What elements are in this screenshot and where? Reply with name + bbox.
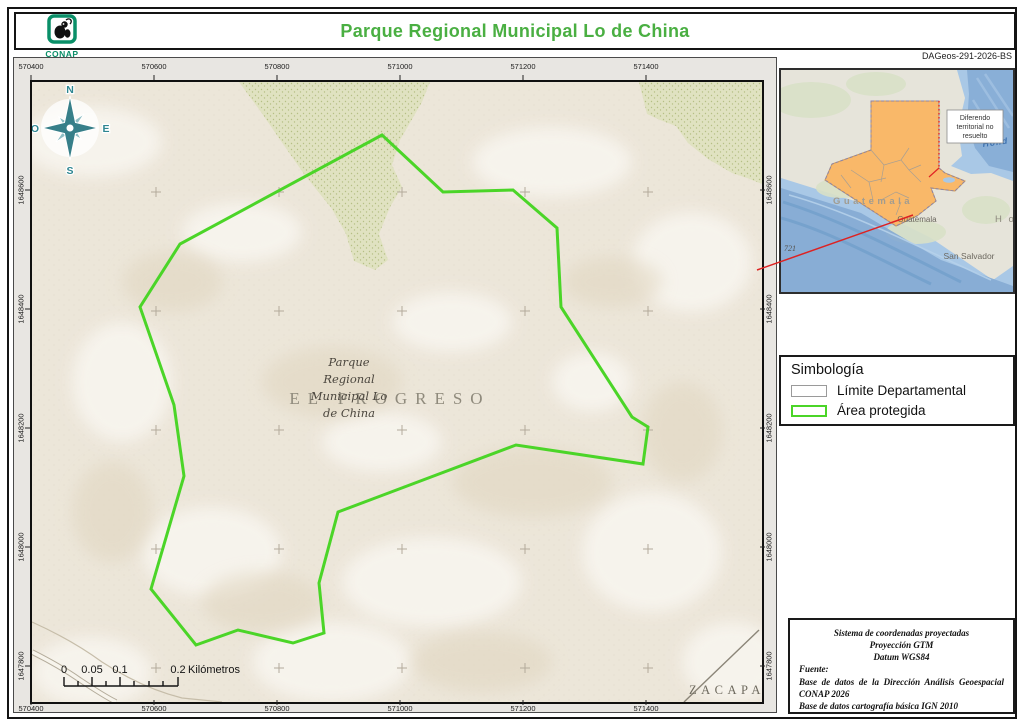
inset-honduras-label: H o [995,214,1013,225]
svg-text:territorial no: territorial no [957,124,994,131]
easting-label: 571000 [387,62,412,71]
svg-text:Parque: Parque [327,355,369,369]
compass-south-label: S [66,165,73,177]
easting-label: 571200 [510,704,535,713]
easting-label: 571400 [633,62,658,71]
main-map: ZACAPA EL PROGRESO Parque Regional Munic… [30,80,764,704]
scale-tick-label: 0.05 [81,664,102,676]
credits-box: Sistema de coordenadas proyectadas Proye… [788,618,1015,714]
main-map-canvas: ZACAPA EL PROGRESO Parque Regional Munic… [32,82,762,702]
neighbor-department-label: ZACAPA [689,683,762,697]
department-limit-swatch-icon [791,385,827,397]
northing-label: 1648200 [765,413,774,442]
easting-label: 570800 [264,62,289,71]
scale-tick-label: 0.2 [170,664,185,676]
credits-line: Proyección GTM [799,639,1004,651]
easting-label: 570800 [264,704,289,713]
legend-item-protected-area: Área protegida [791,403,1003,418]
credits-source-line: CONAP 2026 [799,688,1004,700]
compass-north-label: N [66,84,74,96]
inset-canvas: Gu Hond Guatemala Guatemala San Salvador… [781,70,1013,292]
inset-country-label: Guatemala [833,196,913,207]
northing-label: 1648000 [765,532,774,561]
northing-label: 1648200 [17,413,26,442]
easting-label: 571000 [387,704,412,713]
easting-label: 570400 [18,62,43,71]
header-bar: Parque Regional Municipal Lo de China [14,12,1016,50]
northing-label: 1647800 [765,651,774,680]
page-title: Parque Regional Municipal Lo de China [16,21,1014,42]
inset-capital-label: Guatemala [897,215,937,224]
northing-label: 1648600 [17,175,26,204]
legend-box: Simbología Límite Departamental Área pro… [779,355,1015,426]
easting-label: 571200 [510,62,535,71]
svg-text:resuelto: resuelto [963,133,988,140]
credits-source-line: Base de datos cartografía básica IGN 201… [799,700,1004,712]
credits-source-heading: Fuente: [799,663,1004,675]
document-code: DAGeos-291-2026-BS [922,51,1012,61]
inset-city-label: San Salvador [943,251,994,261]
credits-source-line: Base de datos de la Dirección Análisis G… [799,676,1004,688]
easting-label: 570600 [141,704,166,713]
legend-item-department-limit: Límite Departamental [791,383,1003,398]
easting-label: 570400 [18,704,43,713]
northing-label: 1648600 [765,175,774,204]
inset-road-label: 721 [784,244,796,253]
northing-label: 1648000 [17,532,26,561]
svg-text:Regional: Regional [322,372,375,386]
compass-east-label: E [102,123,109,135]
northing-label: 1647800 [17,651,26,680]
northing-label: 1648400 [765,294,774,323]
conap-logo: CONAP [44,14,80,59]
credits-line: Sistema de coordenadas proyectadas [799,627,1004,639]
legend-title: Simbología [791,362,1003,378]
map-sheet: Parque Regional Municipal Lo de China CO… [0,0,1024,726]
credits-line: Datum WGS84 [799,651,1004,663]
easting-label: 571400 [633,704,658,713]
inset-locator-map: Gu Hond Guatemala Guatemala San Salvador… [779,68,1015,294]
scale-tick-label: 0.1 [112,664,127,676]
northing-label: 1648400 [17,294,26,323]
protected-area-swatch-icon [791,405,827,417]
scale-tick-label: 0 [61,664,67,676]
svg-text:de China: de China [323,406,375,420]
easting-label: 570600 [141,62,166,71]
conap-logo-label: CONAP [44,50,80,59]
inset-lake [943,177,955,183]
compass-west-label: O [32,123,39,135]
conap-logo-icon [47,14,77,44]
territorial-note: Diferendo territorial no resuelto [947,110,1003,143]
svg-text:Diferendo: Diferendo [960,115,990,122]
svg-text:Municipal Lo: Municipal Lo [310,389,388,403]
scale-unit-label: Kilómetros [188,664,240,676]
